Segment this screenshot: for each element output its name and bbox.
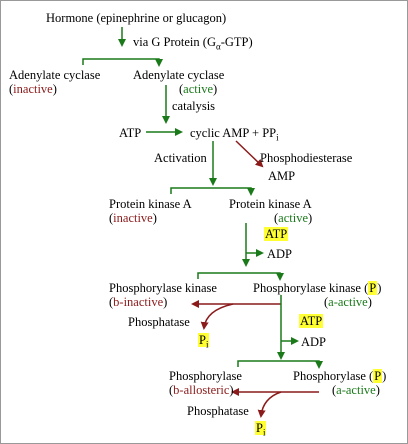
phosphatase-label-2: Phosphatase [187,404,249,418]
arrow-phosphodiesterase [235,140,264,168]
pi-label-2: Pi [255,421,267,438]
arrow-pka-activation [170,187,255,196]
arrow-phosphatase-ph-pi [257,391,282,418]
phosphorylase-allosteric-name: Phosphorylase [169,369,242,383]
phosphorylase-active-state: (a-active) [332,383,380,397]
pka-inactive-state: (inactive) [109,211,157,225]
phk-inactive-name: Phosphorylase kinase [109,281,217,295]
amp-label: AMP [268,169,296,183]
glycogen-signaling-diagram: Hormone (epinephrine or glucagon) via G … [0,0,408,444]
atp-label-1: ATP [119,126,142,140]
pka-inactive-name: Protein kinase A [109,197,192,211]
pi-label-1: Pi [198,333,210,350]
camp-label: cyclic AMP + PPi [190,126,279,143]
pka-active-name: Protein kinase A [229,197,312,211]
phosphodiesterase-label: Phosphodiesterase [260,151,353,165]
pka-active-state: (active) [274,211,313,225]
catalysis-label: catalysis [172,99,216,113]
phosphatase-label-1: Phosphatase [128,315,190,329]
phk-inactive-state: (b-inactive) [109,295,168,309]
arrow-ph-activation [237,360,323,369]
adenylate-cyclase-inactive-state: (inactive) [9,82,57,96]
atp-label-2: ATP [264,227,289,241]
adp-label-2: ADP [301,335,327,349]
adenylate-cyclase-inactive-name: Adenylate cyclase [9,68,101,82]
arrow-phosphatase-phk-pi [200,303,234,330]
phk-active-state: (a-active) [324,295,372,309]
adenylate-cyclase-active-name: Adenylate cyclase [133,68,225,82]
phosphorylase-allosteric-state: (b-allosteric) [169,383,234,397]
atp-label-3: ATP [299,314,324,328]
g-protein-label: via G Protein (Gα-GTP) [133,35,253,52]
phosphorylase-active-name: Phosphorylase (P) [293,369,387,383]
arrow-cyclase-activation [82,58,163,67]
arrow-phk-activation [197,272,284,281]
adenylate-cyclase-active-state: (active) [179,82,218,96]
hormone-label: Hormone (epinephrine or glucagon) [46,11,227,25]
activation-label: Activation [154,151,207,165]
adp-label-1: ADP [267,247,293,261]
phosphate-badge: P [373,369,383,383]
phosphate-badge: P [368,281,378,295]
phk-active-name: Phosphorylase kinase (P) [253,281,382,295]
